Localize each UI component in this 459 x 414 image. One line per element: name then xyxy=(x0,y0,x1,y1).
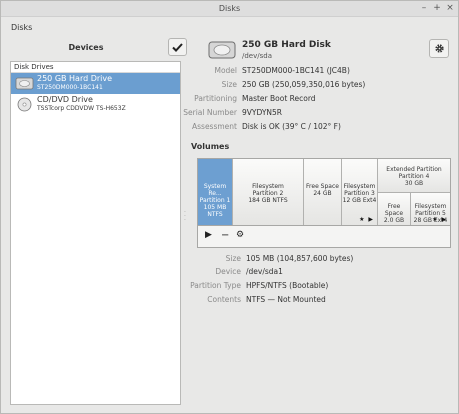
prop-value: /dev/sda1 xyxy=(246,267,283,276)
segment-line: 2.0 GB xyxy=(383,217,405,224)
disk-device-path: /dev/sda xyxy=(242,52,272,60)
segment-line: Filesystem xyxy=(343,183,376,190)
delete-partition-button[interactable]: − xyxy=(221,230,229,241)
prop-value: Master Boot Record xyxy=(242,94,316,103)
partition-prop-size: Size xyxy=(191,253,241,265)
volume-segment-free-space[interactable]: Free Space 24 GB xyxy=(304,159,342,225)
disk-prop-partitioning: Partitioning xyxy=(191,93,237,105)
segment-line: System Re... xyxy=(203,183,227,197)
prop-key: Model xyxy=(214,66,237,75)
segment-line: 12 GB Ext4 xyxy=(342,197,377,204)
prop-key: Device xyxy=(215,267,241,276)
prop-value: NTFS — Not Mounted xyxy=(246,295,326,304)
segment-line: 30 GB xyxy=(404,180,424,187)
segment-line: 24 GB xyxy=(313,190,332,197)
prop-key: Size xyxy=(221,80,237,89)
segment-text: Free Space 24 GB xyxy=(304,159,341,197)
volume-segment-partition-5[interactable]: Filesystem Partition 5 28 GB Ext4 ★ ▶ xyxy=(411,193,450,225)
partition-status-icons: ★ ▶ xyxy=(432,216,447,223)
prop-key: Contents xyxy=(207,295,241,304)
segment-line: 105 MB NTFS xyxy=(203,204,227,218)
partition-status-icons: ★ ▶ xyxy=(359,216,374,223)
prop-value: HPFS/NTFS (Bootable) xyxy=(246,281,329,290)
disk-prop-model: Model xyxy=(191,65,237,77)
device-model: TSSTcorp CDDVDW TS-H653Z xyxy=(37,105,126,112)
prop-key: Assessment xyxy=(192,122,237,131)
volume-segment-partition-3[interactable]: Filesystem Partition 3 12 GB Ext4 ★ ▶ xyxy=(342,159,378,225)
title-bar: Disks – + × xyxy=(1,1,458,17)
volume-segment-partition-2[interactable]: Filesystem Partition 2 184 GB NTFS xyxy=(233,159,304,225)
disk-prop-assessment: Assessment xyxy=(191,121,237,133)
maximize-icon[interactable]: + xyxy=(432,3,442,14)
minimize-icon[interactable]: – xyxy=(419,3,429,14)
device-name: 250 GB Hard Drive xyxy=(37,74,113,83)
prop-value: Disk is OK (39° C / 102° F) xyxy=(242,122,341,131)
prop-key: Serial Number xyxy=(183,108,237,117)
prop-value: 105 MB (104,857,600 bytes) xyxy=(246,254,354,263)
window-title: Disks xyxy=(218,4,241,13)
segment-line: Free Space xyxy=(306,183,339,190)
sidebar-title: Devices xyxy=(68,43,104,52)
segment-text: System Re... Partition 1 105 MB NTFS xyxy=(198,159,232,218)
segment-line: Partition 4 xyxy=(398,173,430,180)
select-button[interactable] xyxy=(168,38,187,56)
volume-map: System Re... Partition 1 105 MB NTFS Fil… xyxy=(197,158,451,226)
segment-text: Filesystem Partition 2 184 GB NTFS xyxy=(233,159,303,204)
volume-segment-partition-1[interactable]: System Re... Partition 1 105 MB NTFS xyxy=(198,159,233,225)
prop-key: Size xyxy=(225,254,241,263)
volume-toolbar: ▶ − ⚙ xyxy=(197,226,451,248)
prop-key: Partitioning xyxy=(194,94,237,103)
segment-line: Filesystem xyxy=(252,183,284,190)
device-group-header: Disk Drives xyxy=(11,62,180,73)
volume-segment-extended-partition[interactable]: Extended Partition Partition 4 30 GB xyxy=(378,159,450,193)
device-list: Disk Drives 250 GB Hard Drive ST250DM000… xyxy=(10,61,181,405)
volume-segment-extended-free[interactable]: Free Space 2.0 GB xyxy=(378,193,411,225)
sidebar-header: Devices xyxy=(11,38,187,58)
checkmark-icon xyxy=(172,42,183,52)
segment-line: Free Space xyxy=(384,203,404,217)
drive-settings-button[interactable] xyxy=(429,39,449,58)
partition-prop-device: Device xyxy=(191,266,241,278)
volumes-title: Volumes xyxy=(191,142,230,151)
prop-value: 250 GB (250,059,350,016 bytes) xyxy=(242,80,366,89)
partition-prop-type: Partition Type xyxy=(190,280,241,292)
disk-title: 250 GB Hard Disk xyxy=(242,40,331,50)
disk-prop-serial: Serial Number xyxy=(183,107,237,119)
mount-button[interactable]: ▶ xyxy=(205,230,212,240)
prop-key: Partition Type xyxy=(190,281,241,290)
device-model: ST250DM000-1BC141 xyxy=(37,84,103,91)
disks-window: Disks – + × Disks Devices Disk Drives 25… xyxy=(0,0,459,414)
partition-prop-contents: Contents xyxy=(191,294,241,306)
segment-line: Partition 1 xyxy=(199,197,231,204)
app-menu[interactable]: Disks xyxy=(11,23,32,32)
segment-text: Filesystem Partition 3 12 GB Ext4 xyxy=(342,159,377,204)
partition-settings-button[interactable]: ⚙ xyxy=(236,230,244,240)
pane-resize-handle[interactable]: · · · xyxy=(184,210,187,225)
device-item-optical[interactable]: CD/DVD Drive TSSTcorp CDDVDW TS-H653Z xyxy=(11,94,180,115)
segment-line: Filesystem xyxy=(414,203,447,210)
device-name: CD/DVD Drive xyxy=(37,95,93,104)
prop-value: 9VYDYN5R xyxy=(242,108,283,117)
prop-value: ST250DM000-1BC141 (JC4B) xyxy=(242,66,350,75)
gear-icon xyxy=(434,44,444,53)
device-item-harddisk[interactable]: 250 GB Hard Drive ST250DM000-1BC141 xyxy=(11,73,180,94)
segment-line: 184 GB NTFS xyxy=(248,197,288,204)
segment-line: Partition 2 xyxy=(252,190,284,197)
segment-line: Partition 3 xyxy=(344,190,375,197)
close-icon[interactable]: × xyxy=(445,3,455,14)
disk-prop-size: Size xyxy=(191,79,237,91)
segment-line: Extended Partition xyxy=(386,166,442,173)
harddisk-icon xyxy=(208,41,236,59)
